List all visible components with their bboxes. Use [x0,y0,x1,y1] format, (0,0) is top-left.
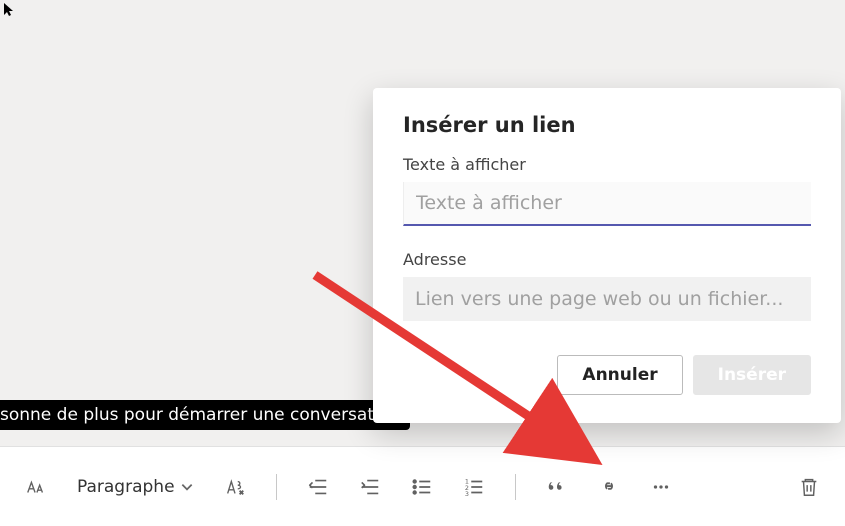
dialog-title: Insérer un lien [403,113,811,137]
insert-link-dialog: Insérer un lien Texte à afficher Adresse… [373,88,841,423]
cursor-icon [2,2,18,22]
clear-formatting-icon[interactable] [224,476,246,498]
cancel-button[interactable]: Annuler [557,355,682,395]
formatting-toolbar: Paragraphe 123 [0,446,845,526]
outdent-icon[interactable] [307,476,329,498]
address-label: Adresse [403,250,811,269]
separator [276,474,277,500]
more-options-icon[interactable] [650,476,672,498]
paragraph-label: Paragraphe [77,477,175,497]
separator [515,474,516,500]
dialog-buttons: Annuler Insérer [403,355,811,395]
insert-button[interactable]: Insérer [693,355,811,395]
info-banner: sonne de plus pour démarrer une conversa… [0,400,410,430]
font-size-icon[interactable] [25,476,47,498]
link-icon[interactable] [598,476,620,498]
paragraph-dropdown[interactable]: Paragraphe [77,477,194,497]
trash-icon[interactable] [798,476,820,498]
svg-text:3: 3 [464,490,468,498]
chevron-down-icon [180,480,194,494]
text-to-display-input[interactable] [403,182,811,226]
numbered-list-icon[interactable]: 123 [463,476,485,498]
address-input[interactable] [403,277,811,321]
quote-icon[interactable] [546,476,568,498]
text-to-display-label: Texte à afficher [403,155,811,174]
indent-icon[interactable] [359,476,381,498]
bullet-list-icon[interactable] [411,476,433,498]
info-banner-text: sonne de plus pour démarrer une conversa… [0,405,400,425]
